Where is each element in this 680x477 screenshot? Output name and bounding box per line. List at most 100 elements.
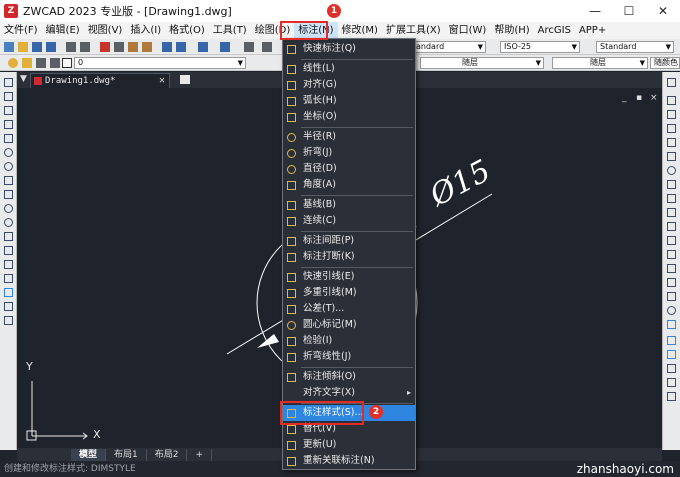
menu-app-plus[interactable]: APP+ [575, 22, 610, 39]
cut-icon[interactable] [100, 42, 110, 52]
stretch-icon[interactable] [667, 194, 676, 203]
menu-item-diameter[interactable]: 直径(D) [283, 161, 415, 177]
menu-arcgis[interactable]: ArcGIS [534, 22, 575, 39]
rotate-icon[interactable] [667, 166, 676, 175]
copy-icon[interactable] [114, 42, 124, 52]
save-as-icon[interactable] [46, 42, 56, 52]
send-back-icon[interactable] [667, 364, 676, 373]
menu-item-dimension-space[interactable]: 标注间距(P) [283, 233, 415, 249]
redo-icon[interactable] [220, 42, 230, 52]
menu-tools[interactable]: 工具(T) [209, 22, 251, 39]
revision-cloud-icon[interactable] [4, 176, 13, 185]
draw-order-icon[interactable] [667, 336, 676, 345]
menu-file[interactable]: 文件(F) [0, 22, 42, 39]
menu-help[interactable]: 帮助(H) [490, 22, 533, 39]
circle-icon[interactable] [4, 162, 13, 171]
undo-icon[interactable] [198, 42, 208, 52]
new-file-icon[interactable] [4, 42, 14, 52]
erase-icon[interactable] [667, 78, 676, 87]
construction-line-icon[interactable] [4, 92, 13, 101]
tab-drawing1[interactable]: Drawing1.dwg* ✕ [30, 73, 170, 88]
viewport-minimize-button[interactable]: _ [622, 93, 627, 103]
bring-above-icon[interactable] [667, 378, 676, 387]
polyline-icon[interactable] [4, 106, 13, 115]
bring-front-icon[interactable] [667, 350, 676, 359]
layer-on-icon[interactable] [8, 58, 18, 68]
trim-icon[interactable] [667, 208, 676, 217]
print-icon[interactable] [66, 42, 76, 52]
menu-item-radius[interactable]: 半径(R) [283, 129, 415, 145]
menu-item-tolerance[interactable]: 公差(T)... [283, 301, 415, 317]
chamfer-icon[interactable] [667, 278, 676, 287]
menu-insert[interactable]: 插入(I) [126, 22, 165, 39]
menu-item-multileader[interactable]: 多重引线(M) [283, 285, 415, 301]
menu-item-aligned[interactable]: 对齐(G) [283, 77, 415, 93]
join-icon[interactable] [667, 264, 676, 273]
layer-lock-icon[interactable] [36, 58, 46, 68]
layer-plot-icon[interactable] [50, 58, 60, 68]
zoom-window-icon[interactable] [262, 42, 272, 52]
menu-item-oblique[interactable]: 标注倾斜(O) [283, 369, 415, 385]
menu-view[interactable]: 视图(V) [84, 22, 127, 39]
properties-icon[interactable] [667, 320, 676, 329]
break-at-point-icon[interactable] [667, 236, 676, 245]
dimstyle-combo[interactable]: andard ▼ [412, 41, 486, 53]
menu-edit[interactable]: 编辑(E) [42, 22, 84, 39]
menu-item-dimension-break[interactable]: 标注打断(K) [283, 249, 415, 265]
zoom-icon[interactable] [176, 42, 186, 52]
menu-item-align-text[interactable]: 对齐文字(X) ▸ [283, 385, 415, 401]
menu-item-inspection[interactable]: 检验(I) [283, 333, 415, 349]
menu-item-quick-dimension[interactable]: 快速标注(Q) [283, 41, 415, 57]
layer-freeze-icon[interactable] [22, 58, 32, 68]
textstyle-combo[interactable]: ISO-25 ▼ [500, 41, 580, 53]
make-block-icon[interactable] [4, 246, 13, 255]
save-icon[interactable] [32, 42, 42, 52]
point-icon[interactable] [4, 260, 13, 269]
offset-icon[interactable] [667, 124, 676, 133]
copy-object-icon[interactable] [667, 96, 676, 105]
rectangle-icon[interactable] [4, 134, 13, 143]
menu-item-ordinate[interactable]: 坐标(O) [283, 109, 415, 125]
menu-item-quick-leader[interactable]: 快速引线(E) [283, 269, 415, 285]
tablestyle-combo[interactable]: Standard ▼ [596, 41, 674, 53]
scale-icon[interactable] [667, 180, 676, 189]
line-tool-icon[interactable] [4, 78, 13, 87]
menu-item-jogged[interactable]: 折弯(J) [283, 145, 415, 161]
table-icon[interactable] [4, 302, 13, 311]
match-properties-icon[interactable] [142, 42, 152, 52]
tab-layout2[interactable]: 布局2 [147, 448, 188, 461]
spline-icon[interactable] [4, 190, 13, 199]
maximize-button[interactable]: ☐ [612, 0, 646, 22]
extend-icon[interactable] [667, 222, 676, 231]
ellipse-icon[interactable] [4, 204, 13, 213]
arc-icon[interactable] [4, 148, 13, 157]
send-under-icon[interactable] [667, 392, 676, 401]
add-layout-button[interactable]: + [187, 448, 213, 461]
menu-item-reassociate[interactable]: 重新关联标注(N) [283, 453, 415, 469]
minimize-button[interactable]: — [578, 0, 612, 22]
lineweight-combo[interactable]: 随层 ▼ [552, 57, 648, 69]
multiline-text-icon[interactable] [4, 316, 13, 325]
region-icon[interactable] [4, 288, 13, 297]
menu-item-angular[interactable]: 角度(A) [283, 177, 415, 193]
insert-block-icon[interactable] [4, 232, 13, 241]
menu-item-baseline[interactable]: 基线(B) [283, 197, 415, 213]
viewport-restore-button[interactable]: ▪ [636, 93, 642, 103]
menu-express-tools[interactable]: 扩展工具(X) [382, 22, 445, 39]
pan-icon[interactable] [162, 42, 172, 52]
zoom-realtime-icon[interactable] [244, 42, 254, 52]
tab-list-icon[interactable]: ▼ [20, 74, 27, 84]
ellipse-arc-icon[interactable] [4, 218, 13, 227]
menu-item-continue[interactable]: 连续(C) [283, 213, 415, 229]
menu-item-linear[interactable]: 线性(L) [283, 61, 415, 77]
close-button[interactable]: ✕ [646, 0, 680, 22]
array-icon[interactable] [667, 138, 676, 147]
linetype-combo[interactable]: 随层 ▼ [420, 57, 544, 69]
explode-icon[interactable] [667, 306, 676, 315]
polygon-icon[interactable] [4, 120, 13, 129]
tab-model[interactable]: 模型 [71, 448, 107, 461]
layer-combo[interactable]: 0 ▼ [74, 57, 246, 69]
viewport-close-button[interactable]: × [650, 93, 658, 103]
menu-format[interactable]: 格式(O) [165, 22, 209, 39]
menu-window[interactable]: 窗口(W) [445, 22, 491, 39]
